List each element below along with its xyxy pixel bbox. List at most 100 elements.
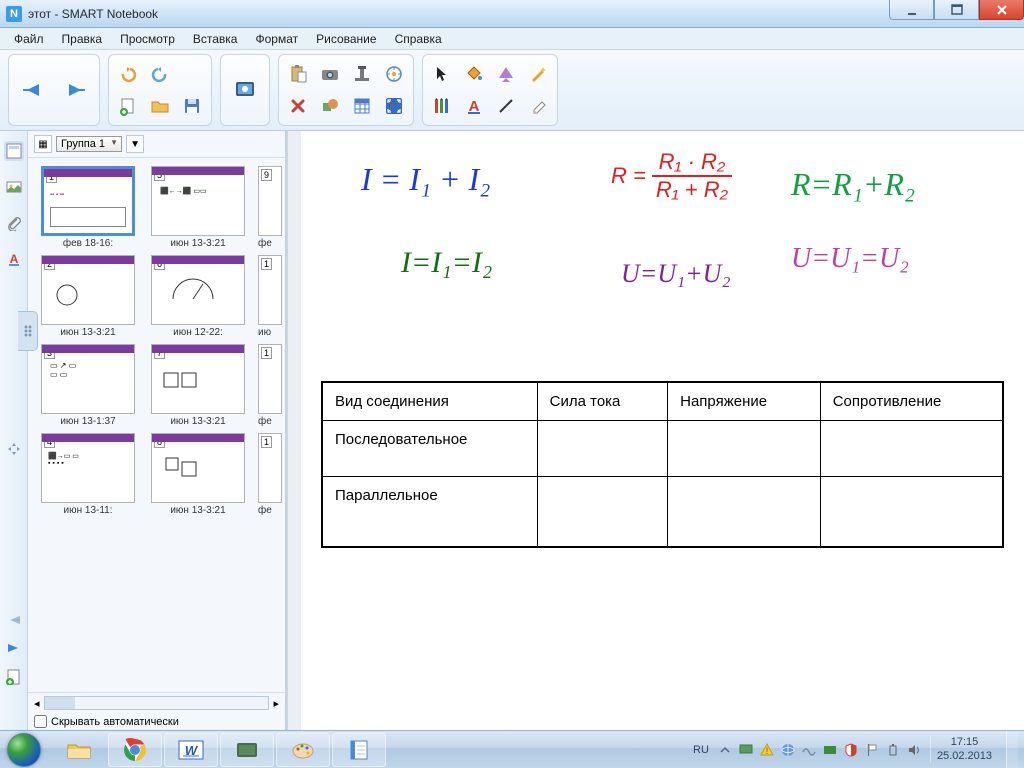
fill-tool-button[interactable] <box>459 59 489 89</box>
task-notebook[interactable] <box>332 733 386 767</box>
group-menu-button[interactable]: ▼ <box>126 135 144 153</box>
menu-format[interactable]: Формат <box>247 30 306 48</box>
text-tool-button[interactable]: A <box>459 91 489 121</box>
menu-draw[interactable]: Рисование <box>308 30 384 48</box>
canvas-scrollbar[interactable] <box>287 131 301 730</box>
rail-gallery-icon[interactable] <box>4 177 24 197</box>
page-thumbnail[interactable]: 2июн 13-3:21 <box>38 255 138 338</box>
hide-auto-checkbox[interactable]: Скрывать автоматически <box>28 713 285 730</box>
tray-alert-icon[interactable]: ! <box>759 742 775 758</box>
menu-file[interactable]: Файл <box>6 30 52 48</box>
formula-i-equal[interactable]: I=I₁=I₂ <box>401 246 492 280</box>
formula-u-equal[interactable]: U=U₁=U₂ <box>791 243 909 275</box>
formula-r-parallel[interactable]: R = R₁ · R₂R₁ + R₂ <box>611 151 732 201</box>
rail-prev-icon[interactable] <box>6 613 22 631</box>
pens-button[interactable] <box>427 91 457 121</box>
task-paint[interactable] <box>276 733 330 767</box>
open-button[interactable] <box>145 91 175 121</box>
page-thumbnail[interactable]: 1фе <box>258 433 285 516</box>
app-icon: N <box>6 6 22 22</box>
prev-page-button[interactable] <box>13 70 53 110</box>
camera-button[interactable] <box>315 59 345 89</box>
page-thumbnail[interactable]: 9фе <box>258 166 285 249</box>
tray-security-icon[interactable] <box>843 742 859 758</box>
magic-pen-button[interactable] <box>523 59 553 89</box>
thumb-scrollbar[interactable]: ◂▸ <box>28 692 285 713</box>
slide-canvas[interactable]: I = I₁ + I₂ R = R₁ · R₂R₁ + R₂ R=R₁+R₂ I… <box>301 131 1024 730</box>
page-thumbnail[interactable]: 8июн 13-3:21 <box>148 433 248 516</box>
page-thumbnail[interactable]: 1ию <box>258 255 285 338</box>
paste-button[interactable] <box>283 59 313 89</box>
rail-attachments-icon[interactable] <box>4 213 24 233</box>
task-board[interactable] <box>220 733 274 767</box>
tray-wave-icon[interactable] <box>801 742 817 758</box>
menu-view[interactable]: Просмотр <box>112 30 183 48</box>
page-thumbnail[interactable]: 6июн 12-22: <box>148 255 248 338</box>
menu-insert[interactable]: Вставка <box>185 30 246 48</box>
redo-button[interactable] <box>145 59 175 89</box>
new-page-button[interactable] <box>113 91 143 121</box>
page-thumbnail[interactable]: 4⬛→▭ ▭▪ ▪ ▪ ▪июн 13-11: <box>38 433 138 516</box>
doc-camera-button[interactable] <box>347 59 377 89</box>
menu-help[interactable]: Справка <box>387 30 450 48</box>
tray-up-icon[interactable] <box>717 742 733 758</box>
titlebar: N этот - SMART Notebook <box>0 0 1024 28</box>
svg-text:A: A <box>9 252 18 266</box>
menu-edit[interactable]: Правка <box>54 30 111 48</box>
delete-button[interactable] <box>283 91 313 121</box>
line-tool-button[interactable] <box>491 91 521 121</box>
start-button[interactable] <box>0 731 48 768</box>
formula-u-sum[interactable]: U=U₁+U₂ <box>621 259 731 289</box>
tools-button[interactable] <box>379 59 409 89</box>
rail-expand-tab[interactable] <box>18 311 38 351</box>
shape-tool-button[interactable] <box>491 59 521 89</box>
tray-monitor-icon[interactable] <box>738 742 754 758</box>
sorter-icon[interactable]: ▦ <box>34 135 52 153</box>
page-thumbnail[interactable]: 5⬛←→⬛ ▭▭июн 13-3:21 <box>148 166 248 249</box>
tray-volume-icon[interactable] <box>906 742 922 758</box>
connection-table[interactable]: Вид соединения Сила тока Напряжение Сопр… <box>321 381 1004 548</box>
tray-globe-icon[interactable] <box>780 742 796 758</box>
tray-nvidia-icon[interactable] <box>822 742 838 758</box>
formula-i-sum[interactable]: I = I₁ + I₂ <box>361 161 490 198</box>
table-button[interactable] <box>347 91 377 121</box>
task-word[interactable]: W <box>164 733 218 767</box>
minimize-button[interactable] <box>889 0 934 20</box>
formula-r-series[interactable]: R=R₁+R₂ <box>791 166 915 203</box>
save-button[interactable] <box>177 91 207 121</box>
page-thumbnail[interactable]: 1▪▪ ▪ ▪▪фев 18-16: <box>38 166 138 249</box>
fullscreen-button[interactable] <box>379 91 409 121</box>
rail-add-icon[interactable] <box>6 669 22 690</box>
clock[interactable]: 17:15 25.02.2013 <box>930 736 998 762</box>
tray-flag-icon[interactable] <box>864 742 880 758</box>
close-button[interactable] <box>979 0 1024 20</box>
toolbar: A <box>0 50 1024 131</box>
menubar: Файл Правка Просмотр Вставка Формат Рисо… <box>0 28 1024 50</box>
th-type: Вид соединения <box>322 382 537 421</box>
undo-button[interactable] <box>113 59 143 89</box>
page-thumbnail[interactable]: 3▭ ↗ ▭▭ ▭июн 13-1:37 <box>38 344 138 427</box>
shapes-button[interactable] <box>315 91 345 121</box>
td-series: Последовательное <box>322 421 537 477</box>
window-title: этот - SMART Notebook <box>28 7 158 21</box>
rail-properties-icon[interactable]: A <box>4 249 24 269</box>
language-indicator[interactable]: RU <box>693 744 709 756</box>
page-thumbnail[interactable]: 7июн 13-3:21 <box>148 344 248 427</box>
task-chrome[interactable] <box>108 733 162 767</box>
side-rail: A <box>0 131 28 730</box>
show-desktop-button[interactable] <box>1006 731 1018 768</box>
rail-next-icon[interactable] <box>6 641 22 659</box>
rail-move-icon[interactable] <box>6 441 22 462</box>
canvas-area: I = I₁ + I₂ R = R₁ · R₂R₁ + R₂ R=R₁+R₂ I… <box>286 131 1024 730</box>
page-thumbnail[interactable]: 1фе <box>258 344 285 427</box>
task-explorer[interactable] <box>52 733 106 767</box>
group-select[interactable]: Группа 1 <box>56 136 122 152</box>
next-page-button[interactable] <box>55 70 95 110</box>
th-voltage: Напряжение <box>668 382 821 421</box>
screen-capture-button[interactable] <box>225 70 265 110</box>
maximize-button[interactable] <box>934 0 979 20</box>
eraser-button[interactable] <box>523 91 553 121</box>
rail-page-sorter-icon[interactable] <box>4 141 24 161</box>
tray-power-icon[interactable] <box>885 742 901 758</box>
select-tool-button[interactable] <box>427 59 457 89</box>
